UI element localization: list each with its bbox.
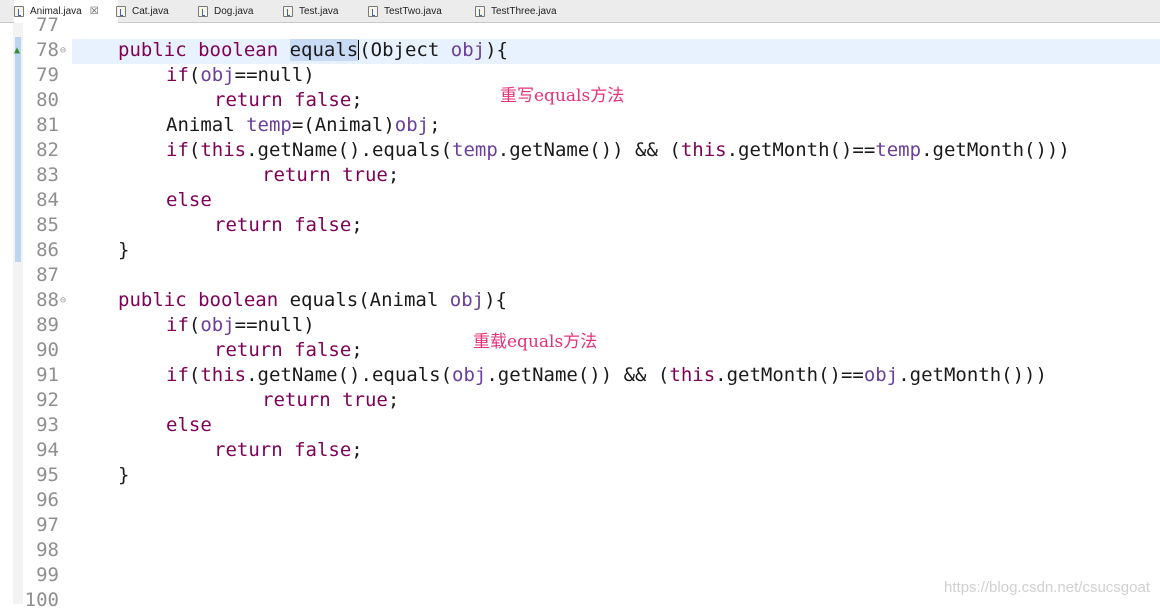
line-number: 88	[36, 289, 59, 311]
code-line-94: return false;	[214, 439, 363, 461]
fold-toggle-icon[interactable]: ⊖	[60, 38, 66, 63]
java-file-icon	[283, 5, 293, 17]
tab-testtwo-java[interactable]: TestTwo.java	[368, 0, 442, 22]
line-number: 79	[36, 64, 59, 86]
tab-label: TestTwo.java	[384, 5, 442, 17]
tab-label: TestThree.java	[491, 5, 557, 17]
line-number: 91	[36, 364, 59, 386]
line-number: 85	[36, 214, 59, 236]
line-number: 86	[36, 239, 59, 261]
override-annotation: 重写equals方法	[500, 86, 625, 106]
code-line-81: Animal temp=(Animal)obj;	[166, 114, 441, 136]
code-line-95: }	[118, 464, 130, 486]
tab-label: Test.java	[299, 5, 339, 17]
line-number: 89	[36, 314, 59, 336]
line-number: 84	[36, 189, 59, 211]
tab-dog-java[interactable]: Dog.java	[198, 0, 253, 22]
change-marker	[15, 37, 21, 262]
code-line-78: public boolean equals(Object obj){	[118, 39, 508, 61]
line-number: 90	[36, 339, 59, 361]
code-line-92: return true;	[262, 389, 400, 411]
line-number: 99	[36, 564, 59, 586]
code-line-93: else	[166, 414, 212, 436]
line-number: 78	[36, 39, 59, 61]
java-file-icon	[198, 5, 208, 17]
code-line-91: if(this.getName().equals(obj.getName()) …	[166, 364, 1047, 386]
tab-label: Dog.java	[214, 5, 254, 17]
code-line-90: return false;	[214, 339, 363, 361]
selected-text: equals	[289, 39, 359, 61]
override-arrow-icon: ▲	[14, 45, 21, 56]
code-line-83: return true;	[262, 164, 400, 186]
line-number: 100	[24, 589, 59, 611]
line-number: 93	[36, 414, 59, 436]
line-number: 82	[36, 139, 59, 161]
overview-ruler	[13, 23, 23, 604]
editor-tab-bar: Animal.java ☒ Cat.java Dog.java Test.jav…	[0, 0, 1160, 23]
java-file-icon	[116, 5, 126, 17]
java-file-icon	[368, 5, 378, 17]
tab-label: Cat.java	[132, 5, 169, 17]
code-line-80: return false;	[214, 89, 363, 111]
fold-toggle-icon[interactable]: ⊖	[60, 288, 66, 313]
tab-cat-java[interactable]: Cat.java	[116, 0, 169, 22]
code-line-88: public boolean equals(Animal obj){	[118, 289, 507, 311]
code-line-82: if(this.getName().equals(temp.getName())…	[166, 139, 1070, 161]
tab-test-java[interactable]: Test.java	[283, 0, 338, 22]
code-line-84: else	[166, 189, 212, 211]
line-number: 87	[36, 264, 59, 286]
code-line-86: }	[118, 239, 130, 261]
line-number: 94	[36, 439, 59, 461]
code-line-79: if(obj==null)	[166, 64, 315, 86]
code-editor[interactable]: ▲ 77 78 79 80 81 82 83 84 85 86 87 88 89…	[0, 14, 1160, 611]
close-icon[interactable]: ☒	[90, 6, 99, 17]
line-number: 80	[36, 89, 59, 111]
line-number: 95	[36, 464, 59, 486]
line-number: 98	[36, 539, 59, 561]
watermark: https://blog.csdn.net/csucsgoat	[944, 579, 1150, 596]
line-number: 97	[36, 514, 59, 536]
line-number: 83	[36, 164, 59, 186]
code-line-85: return false;	[214, 214, 363, 236]
line-number: 77	[36, 14, 59, 36]
line-number: 81	[36, 114, 59, 136]
line-number: 92	[36, 389, 59, 411]
code-line-89: if(obj==null)	[166, 314, 315, 336]
java-file-icon	[475, 5, 485, 17]
overload-annotation: 重载equals方法	[473, 332, 598, 352]
tab-testthree-java[interactable]: TestThree.java	[475, 0, 557, 22]
line-number: 96	[36, 489, 59, 511]
